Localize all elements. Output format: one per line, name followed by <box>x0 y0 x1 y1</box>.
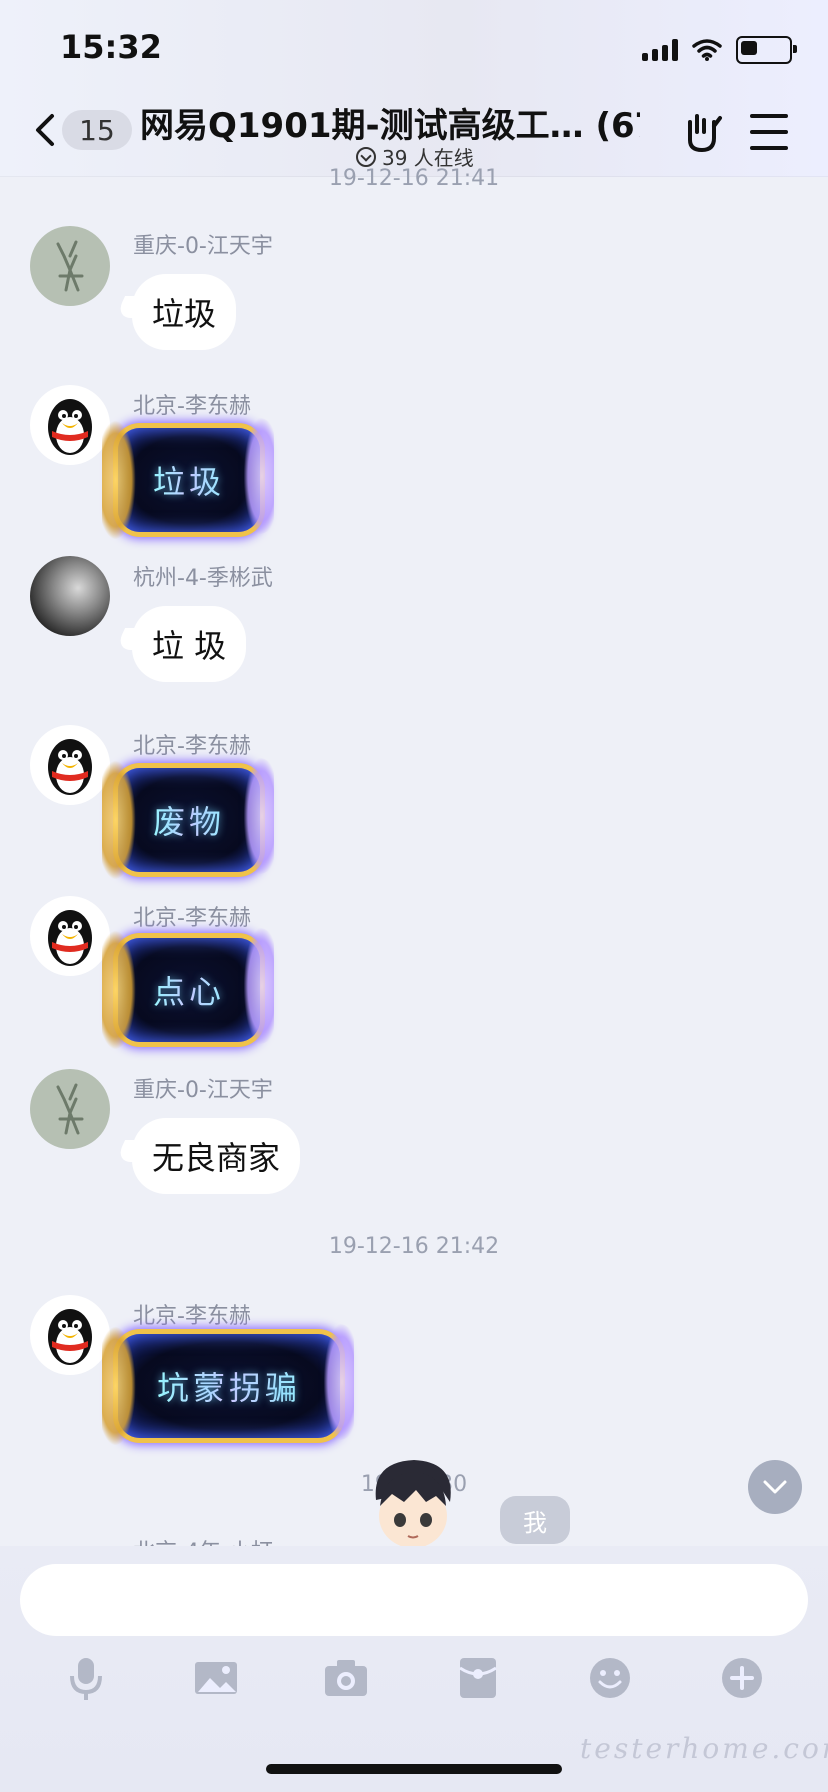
avatar[interactable] <box>30 556 110 636</box>
status-icons <box>642 36 797 64</box>
sender-name-partial: 北京-4年-小打 <box>133 1534 273 1546</box>
sender-name: 重庆-0-江天宇 <box>133 234 273 259</box>
fancy-message-bubble[interactable]: 坑蒙拐骗 <box>102 1324 354 1446</box>
image-icon[interactable] <box>192 1654 240 1702</box>
chevron-down-icon <box>356 146 376 167</box>
hand-gesture-icon[interactable] <box>680 110 724 154</box>
avatar[interactable] <box>30 896 110 976</box>
status-time: 15:32 <box>60 28 162 66</box>
avatar[interactable] <box>30 1069 110 1149</box>
me-label: 我 <box>500 1496 570 1544</box>
camera-icon[interactable] <box>322 1654 370 1702</box>
avatar[interactable] <box>30 385 110 465</box>
message-text: 垃圾 <box>153 457 225 503</box>
unread-count-badge[interactable]: 15 <box>62 110 132 150</box>
watermark: testerhome.com <box>580 1732 828 1765</box>
battery-icon <box>736 36 797 64</box>
wifi-icon <box>692 39 722 61</box>
plus-icon[interactable] <box>718 1654 766 1702</box>
fancy-message-bubble[interactable]: 点心 <box>102 928 274 1050</box>
chevron-down-icon <box>763 1480 787 1494</box>
home-indicator[interactable] <box>266 1764 562 1774</box>
back-chevron-icon[interactable] <box>28 112 64 148</box>
message-text: 点心 <box>153 967 225 1013</box>
chat-title[interactable]: 网易Q1901期-测试高级工… (67) <box>140 98 640 147</box>
fancy-message-bubble[interactable]: 废物 <box>102 758 274 880</box>
avatar[interactable] <box>30 1295 110 1375</box>
red-packet-icon[interactable] <box>454 1654 502 1702</box>
cellular-signal-icon <box>642 39 678 61</box>
avatar[interactable] <box>30 725 110 805</box>
message-bubble[interactable]: 垃 圾 <box>132 606 247 682</box>
fancy-message-bubble[interactable]: 垃圾 <box>102 418 274 540</box>
message-bubble[interactable]: 无良商家 <box>132 1118 301 1194</box>
sender-name: 杭州-4-季彬武 <box>133 566 273 591</box>
timestamp: 19-12-16 21:42 <box>328 1234 500 1259</box>
avatar[interactable] <box>30 226 110 306</box>
message-input[interactable] <box>20 1564 808 1636</box>
sender-name: 北京-李东赫 <box>133 906 251 931</box>
sender-name: 北京-李东赫 <box>133 394 251 419</box>
emoji-icon[interactable] <box>586 1654 634 1702</box>
sender-name: 北京-李东赫 <box>133 1304 251 1329</box>
message-text: 坑蒙拐骗 <box>157 1363 301 1409</box>
sender-name: 北京-李东赫 <box>133 734 251 759</box>
message-text: 废物 <box>153 797 225 843</box>
sender-name: 重庆-0-江天宇 <box>133 1078 273 1103</box>
menu-icon[interactable] <box>750 114 788 150</box>
timestamp: 19-12-16 21:41 <box>328 166 500 191</box>
cartoon-avatar-sticker[interactable] <box>364 1456 462 1548</box>
scroll-to-bottom-button[interactable] <box>748 1460 802 1514</box>
microphone-icon[interactable] <box>62 1654 110 1702</box>
message-bubble[interactable]: 垃圾 <box>132 274 237 350</box>
